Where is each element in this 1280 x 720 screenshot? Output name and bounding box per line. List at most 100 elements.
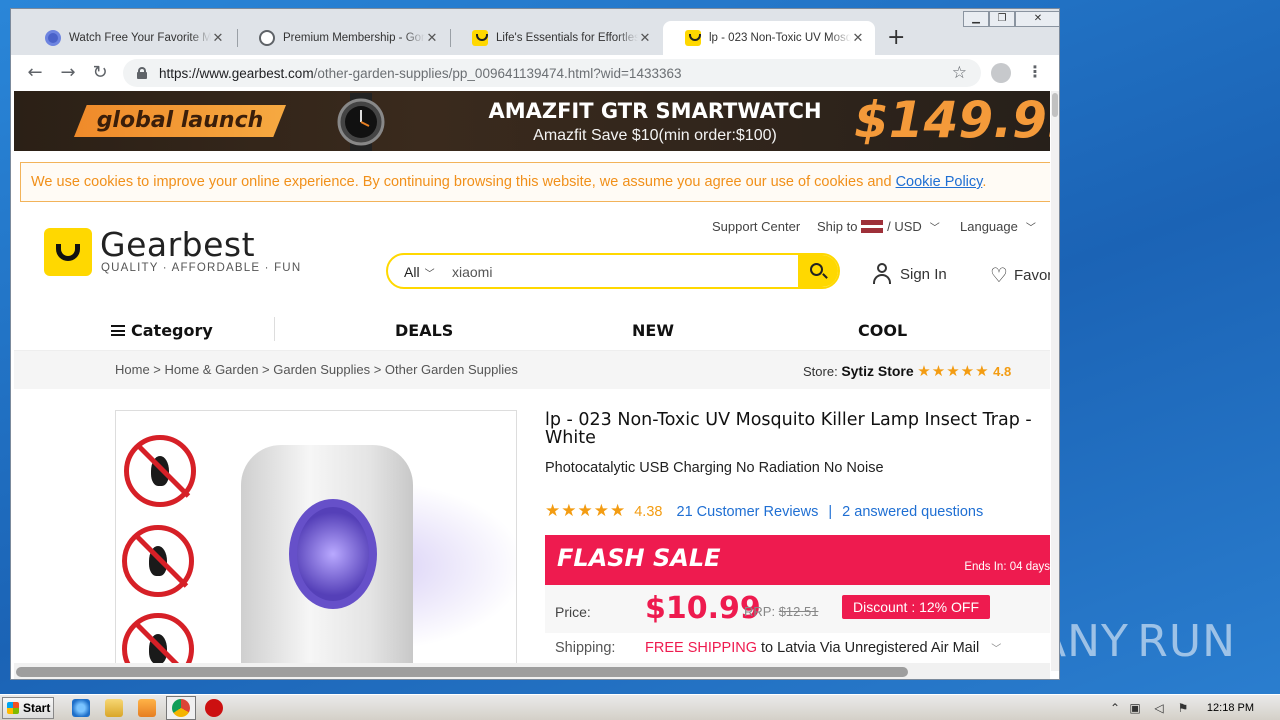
media-player-icon[interactable]: [138, 699, 156, 717]
scroll-thumb[interactable]: [16, 667, 908, 677]
favorites-label: Favorites: [1013, 267, 1050, 284]
lock-icon: [137, 67, 147, 79]
cookie-policy-link[interactable]: Cookie Policy: [896, 174, 983, 190]
rrp-value: $12.51: [778, 604, 819, 619]
rating-score: 4.38: [634, 504, 663, 520]
ship-to-selector[interactable]: Ship to / USD ﹀: [817, 219, 940, 234]
show-hidden-icons-icon[interactable]: ⌃: [1108, 701, 1122, 715]
search-bar: All ﹀: [386, 253, 840, 289]
search-category-label: All: [404, 264, 420, 280]
horizontal-scrollbar[interactable]: [14, 663, 1050, 679]
shipping-row[interactable]: Shipping: FREE SHIPPING to Latvia Via Unr…: [555, 640, 1001, 656]
customer-reviews-link[interactable]: 21 Customer Reviews: [677, 504, 819, 520]
restore-icon[interactable]: ❐: [989, 11, 1015, 27]
search-input[interactable]: [452, 263, 792, 281]
language-selector[interactable]: Language ﹀: [960, 219, 1036, 234]
reload-icon[interactable]: ↻: [88, 61, 112, 85]
product-title: lp - 023 Non-Toxic UV Mosquito Killer La…: [545, 410, 1032, 448]
stop-icon[interactable]: [205, 699, 223, 717]
close-icon[interactable]: ✕: [851, 30, 865, 46]
flag-icon[interactable]: ⚑: [1176, 701, 1190, 715]
tab-strip: Watch Free Your Favorite Movies ✕ Premiu…: [11, 9, 1059, 55]
anyrun-watermark: ANY RUN: [1036, 606, 1236, 676]
close-icon[interactable]: ✕: [425, 30, 439, 46]
store-rating-value: 4.8: [993, 364, 1012, 379]
minimize-icon[interactable]: ▁: [963, 11, 989, 27]
vertical-scrollbar[interactable]: [1051, 91, 1059, 671]
gearbest-favicon-icon: [685, 30, 701, 46]
flash-sale-bar: FLASH SALE Ends In: 04 days: [545, 535, 1050, 585]
window-controls: ▁ ❐ ✕: [963, 11, 1059, 29]
new-tab-button[interactable]: +: [887, 25, 905, 50]
window-close-icon[interactable]: ✕: [1015, 11, 1059, 27]
chevron-down-icon: ﹀: [424, 269, 435, 280]
mosquito-lamp: [241, 445, 413, 671]
start-button[interactable]: Start: [2, 697, 54, 719]
favorites-link[interactable]: ♡ Favorites: [990, 263, 1050, 288]
watermark-right: RUN: [1137, 615, 1236, 667]
answered-questions-link[interactable]: 2 answered questions: [842, 504, 983, 520]
tab-watch-movies[interactable]: Watch Free Your Favorite Movies ✕: [23, 21, 235, 55]
system-tray: ⌃ ▣ ◁ ⚑ 12:18 PM: [1108, 697, 1280, 719]
cookie-text: We use cookies to improve your online ex…: [31, 174, 896, 190]
close-icon[interactable]: ✕: [211, 30, 225, 46]
uv-light-ring: [289, 499, 377, 609]
rating-stars: ★★★★★: [545, 501, 627, 520]
scroll-thumb[interactable]: [1052, 93, 1058, 117]
price-label: Price:: [555, 604, 591, 620]
store-name-link[interactable]: Sytiz Store: [841, 363, 913, 379]
nav-deals[interactable]: DEALS: [395, 321, 453, 340]
profile-avatar-icon[interactable]: [991, 63, 1011, 83]
promo-banner[interactable]: global launch AMAZFIT GTR SMARTWATCH Ama…: [14, 91, 1050, 151]
nav-cool[interactable]: COOL: [858, 321, 907, 340]
banner-subtitle: Amazfit Save $10(min order:$100): [533, 127, 777, 144]
search-category-dropdown[interactable]: All ﹀: [404, 264, 435, 280]
tab-mosquito-lamp[interactable]: lp - 023 Non-Toxic UV Mosquito Killer ✕: [663, 21, 875, 55]
file-explorer-icon[interactable]: [105, 699, 123, 717]
nav-new[interactable]: NEW: [632, 321, 674, 340]
breadcrumb[interactable]: Home > Home & Garden > Garden Supplies >…: [115, 362, 518, 377]
tab-lifes-essentials[interactable]: Life's Essentials for Effortless Living …: [450, 21, 662, 55]
price-box: Price: $10.99 RRP: $12.51 Discount : 12%…: [545, 585, 1050, 633]
store-info: Store: Sytiz Store ★★★★★ 4.8: [803, 362, 1011, 380]
hamburger-icon: [111, 325, 125, 336]
support-center-link[interactable]: Support Center: [712, 219, 800, 234]
discount-badge: Discount : 12% OFF: [842, 595, 990, 619]
logo-wordmark[interactable]: Gearbest: [100, 225, 255, 264]
back-arrow-icon[interactable]: ←: [23, 61, 47, 85]
no-mosquito-sign: [124, 435, 196, 507]
category-menu-button[interactable]: Category: [111, 321, 213, 340]
rrp-label: RRP:: [744, 604, 776, 619]
clock[interactable]: 12:18 PM: [1207, 702, 1254, 714]
tab-title: Premium Membership - Gomovies: [283, 32, 425, 44]
address-bar[interactable]: https://www.gearbest.com/other-garden-su…: [123, 59, 981, 87]
language-label: Language: [960, 219, 1018, 234]
forward-arrow-icon[interactable]: →: [56, 61, 80, 85]
volume-icon[interactable]: ◁: [1152, 701, 1166, 715]
search-button[interactable]: [798, 255, 838, 287]
product-subtitle: Photocatalytic USB Charging No Radiation…: [545, 460, 884, 476]
category-label: Category: [131, 321, 213, 340]
gearbest-logo-icon[interactable]: [44, 228, 92, 276]
free-shipping: FREE SHIPPING: [645, 640, 757, 656]
chrome-icon: [172, 699, 190, 717]
banner-price: $149.99: [854, 91, 1050, 149]
bookmark-star-icon[interactable]: ☆: [952, 63, 967, 83]
globe-icon: [259, 30, 275, 46]
taskbar: Start ⌃ ▣ ◁ ⚑ 12:18 PM: [0, 694, 1280, 720]
network-icon[interactable]: ▣: [1128, 701, 1142, 715]
url-path: /other-garden-supplies/pp_009641139474.h…: [313, 65, 682, 81]
menu-dots-icon[interactable]: ⋮: [1027, 62, 1043, 81]
tab-premium-membership[interactable]: Premium Membership - Gomovies ✕: [237, 21, 449, 55]
banner-tag: global launch: [74, 105, 286, 137]
internet-explorer-icon[interactable]: [72, 699, 90, 717]
currency-label: / USD: [887, 219, 922, 234]
close-icon[interactable]: ✕: [638, 30, 652, 46]
product-image[interactable]: [115, 410, 517, 671]
sign-in-link[interactable]: Sign In: [872, 263, 947, 285]
product-rating: ★★★★★ 4.38 21 Customer Reviews | 2 answe…: [545, 501, 983, 521]
insect-icon: [149, 634, 167, 664]
tab-title: Life's Essentials for Effortless Living: [496, 32, 638, 44]
flash-sale-title: FLASH SALE: [557, 544, 721, 572]
breadcrumb-bar: Home > Home & Garden > Garden Supplies >…: [14, 351, 1050, 389]
